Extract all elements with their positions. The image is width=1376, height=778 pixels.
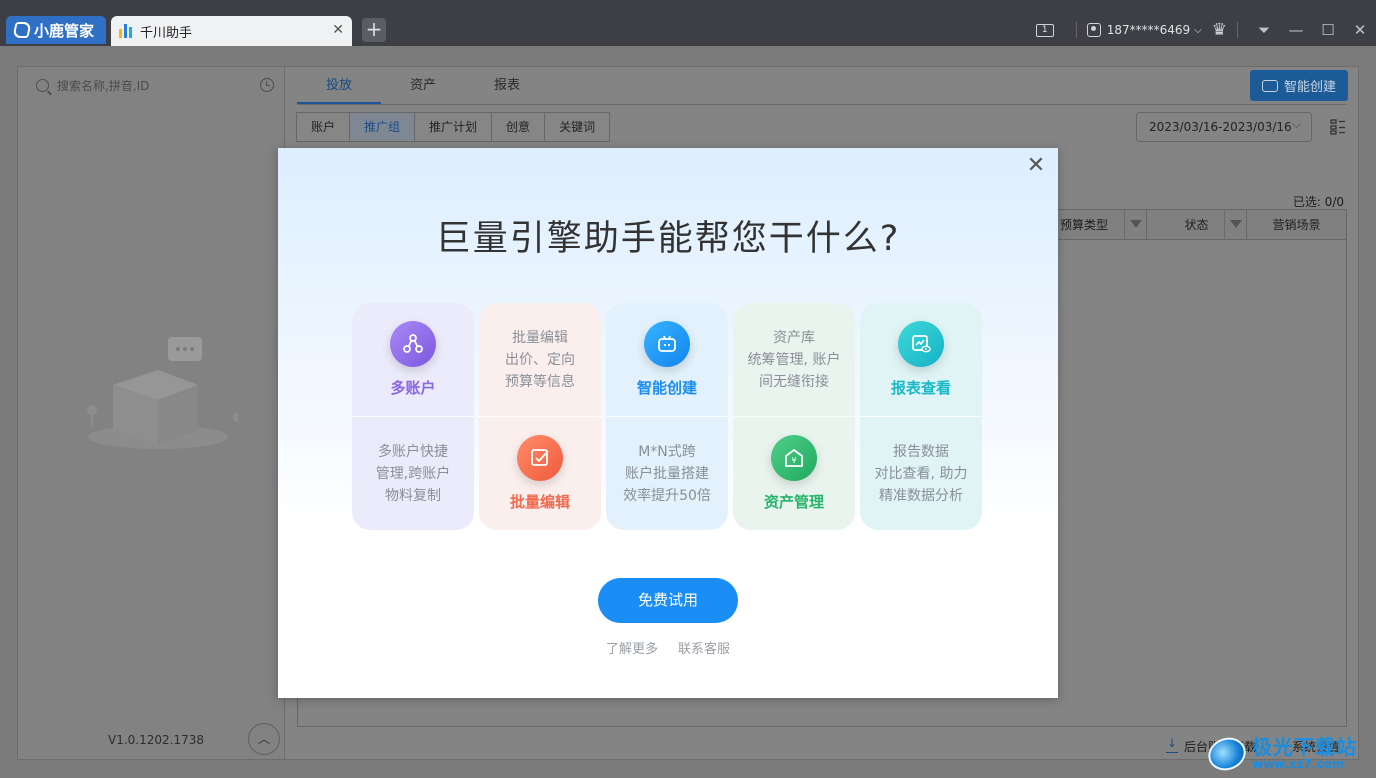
watermark: 极光下载站 www.xz7.com <box>1203 732 1368 776</box>
divider <box>1075 22 1077 38</box>
empty-box-icon <box>87 337 238 449</box>
close-button[interactable]: ✕ <box>1344 21 1376 39</box>
tab-title: 千川助手 <box>140 25 193 41</box>
asset-home-icon: ¥ <box>771 435 817 481</box>
feature-desc-line: 出价、定向 <box>505 351 575 368</box>
qianchuan-logo-icon <box>119 24 132 38</box>
date-range-picker[interactable]: 2023/03/16-2023/03/16 <box>1136 110 1312 142</box>
minimize-button[interactable]: — <box>1280 21 1312 39</box>
feature-desc-line: 精准数据分析 <box>879 487 963 504</box>
brand-name: 小鹿管家 <box>34 21 95 40</box>
feature-label: 多账户 <box>390 379 436 397</box>
maximize-button[interactable]: ☐ <box>1312 21 1344 39</box>
column-label: 状态 <box>1184 218 1209 232</box>
subtab-ad-group[interactable]: 推广组 <box>349 112 416 142</box>
filter-icon[interactable] <box>1124 210 1146 240</box>
menu-button[interactable]: ⏷ <box>1248 21 1280 39</box>
notification-icon[interactable]: 1 <box>1035 23 1054 37</box>
contact-support-link[interactable]: 联系客服 <box>678 638 730 657</box>
watermark-logo-icon <box>1203 732 1251 776</box>
tab-close-icon[interactable]: ✕ <box>332 22 344 38</box>
feature-desc-line: 统筹管理, 账户 <box>747 351 841 368</box>
sub-tabs: 账户 推广组 推广计划 创意 关键词 <box>296 112 611 142</box>
feature-card-ai-create: 智能创建 M*N式跨 账户批量搭建 效率提升50倍 <box>606 303 728 530</box>
feature-grid: 多账户 多账户快捷 管理,跨账户 物料复制 批量编辑 出价、定向 预算等信息 批… <box>352 303 983 530</box>
feature-desc-line: 报告数据 <box>893 443 949 460</box>
feature-card-batch-edit: 批量编辑 出价、定向 预算等信息 批量编辑 <box>479 303 601 530</box>
ai-create-label: 智能创建 <box>1283 80 1336 95</box>
new-tab-button[interactable]: + <box>362 18 386 42</box>
title-bar: 小鹿管家 千川助手 ✕ + 1 187*****6469 ⌵ ♛ ⏷ — ☐ ✕ <box>0 0 1376 46</box>
svg-text:¥: ¥ <box>791 456 796 465</box>
history-icon[interactable] <box>260 78 274 92</box>
crown-icon[interactable]: ♛ <box>1212 20 1227 40</box>
search-bar[interactable]: 搜索名称,拼音,ID <box>18 67 286 103</box>
subtab-account[interactable]: 账户 <box>296 112 351 142</box>
close-icon[interactable]: ✕ <box>1024 154 1048 178</box>
intro-dialog: ✕ 巨量引擎助手能帮您干什么? 多账户 多账户快捷 管理,跨账户 物料复制 批量… <box>278 148 1058 698</box>
feature-desc-line: 资产库 <box>773 329 815 346</box>
titlebar-right: 1 187*****6469 ⌵ ♛ ⏷ — ☐ ✕ <box>1035 16 1376 44</box>
selected-count: 已选: 0/0 <box>1292 195 1344 209</box>
feature-desc-line: 对比查看, 助力 <box>874 465 968 482</box>
download-icon <box>1165 736 1178 753</box>
subtab-creative[interactable]: 创意 <box>491 112 546 142</box>
feature-label: 智能创建 <box>636 379 697 397</box>
feature-card-report-view: 报表查看 报告数据 对比查看, 助力 精准数据分析 <box>860 303 982 530</box>
watermark-title: 极光下载站 <box>1252 735 1357 760</box>
column-header[interactable]: 状态 <box>1146 210 1246 240</box>
filter-icon[interactable] <box>1224 210 1246 240</box>
search-input[interactable]: 搜索名称,拼音,ID <box>57 77 149 94</box>
feature-label: 报表查看 <box>890 379 951 397</box>
table-header: 预算类型 状态 营销场景 <box>1021 210 1346 240</box>
feature-label: 批量编辑 <box>509 493 570 511</box>
watermark-url: www.xz7.com <box>1252 757 1345 772</box>
subtab-campaign[interactable]: 推广计划 <box>414 112 493 142</box>
brand-logo-icon <box>12 22 32 38</box>
subtab-keyword[interactable]: 关键词 <box>544 112 611 142</box>
feature-desc-line: 间无缝衔接 <box>759 373 829 390</box>
column-label: 预算类型 <box>1059 218 1108 232</box>
learn-more-link[interactable]: 了解更多 <box>606 638 658 657</box>
multi-account-icon <box>390 321 436 367</box>
feature-desc-line: 预算等信息 <box>505 373 575 390</box>
feature-card-asset-management: 资产库 统筹管理, 账户 间无缝衔接 ¥ 资产管理 <box>733 303 855 530</box>
tab-assets[interactable]: 资产 <box>381 67 465 104</box>
tab-delivery[interactable]: 投放 <box>297 67 381 104</box>
main-tabs: 投放 资产 报表 <box>297 67 1347 105</box>
chevron-down-icon[interactable]: ⌵ <box>1194 25 1202 36</box>
feature-card-multi-account: 多账户 多账户快捷 管理,跨账户 物料复制 <box>352 303 474 530</box>
dialog-title: 巨量引擎助手能帮您干什么? <box>435 219 901 259</box>
free-trial-button[interactable]: 免费试用 <box>598 578 738 623</box>
robot-icon <box>1261 79 1278 92</box>
feature-desc-line: M*N式跨 <box>638 443 696 460</box>
search-icon <box>36 78 49 92</box>
batch-edit-icon <box>517 435 563 481</box>
feature-desc-line: 管理,跨账户 <box>375 465 451 482</box>
collapse-button[interactable]: ︿ <box>248 723 280 755</box>
version-label: V1.0.1202.1738 <box>108 733 204 747</box>
column-settings-icon[interactable] <box>1330 119 1346 135</box>
user-account[interactable]: 187*****6469 <box>1107 23 1190 37</box>
tab-qianchuan[interactable]: 千川助手 ✕ <box>111 16 352 46</box>
column-label: 营销场景 <box>1272 218 1321 232</box>
tab-reports[interactable]: 报表 <box>465 67 549 104</box>
brand-tab[interactable]: 小鹿管家 <box>6 16 106 44</box>
feature-desc-line: 效率提升50倍 <box>623 487 711 504</box>
feature-desc-line: 多账户快捷 <box>378 443 448 460</box>
report-view-icon <box>898 321 944 367</box>
feature-label: 资产管理 <box>763 493 824 511</box>
feature-desc-line: 物料复制 <box>385 487 441 504</box>
user-icon <box>1086 23 1101 37</box>
column-header[interactable]: 营销场景 <box>1246 210 1346 240</box>
divider <box>1237 22 1238 38</box>
ai-create-button[interactable]: 智能创建 <box>1250 70 1348 101</box>
sidebar: 搜索名称,拼音,ID V1.0.1202.1738 ︿ <box>17 66 285 760</box>
feature-desc-line: 账户批量搭建 <box>625 465 709 482</box>
dialog-links: 了解更多 联系客服 <box>278 638 1058 657</box>
feature-desc-line: 批量编辑 <box>512 329 568 346</box>
robot-icon <box>644 321 690 367</box>
